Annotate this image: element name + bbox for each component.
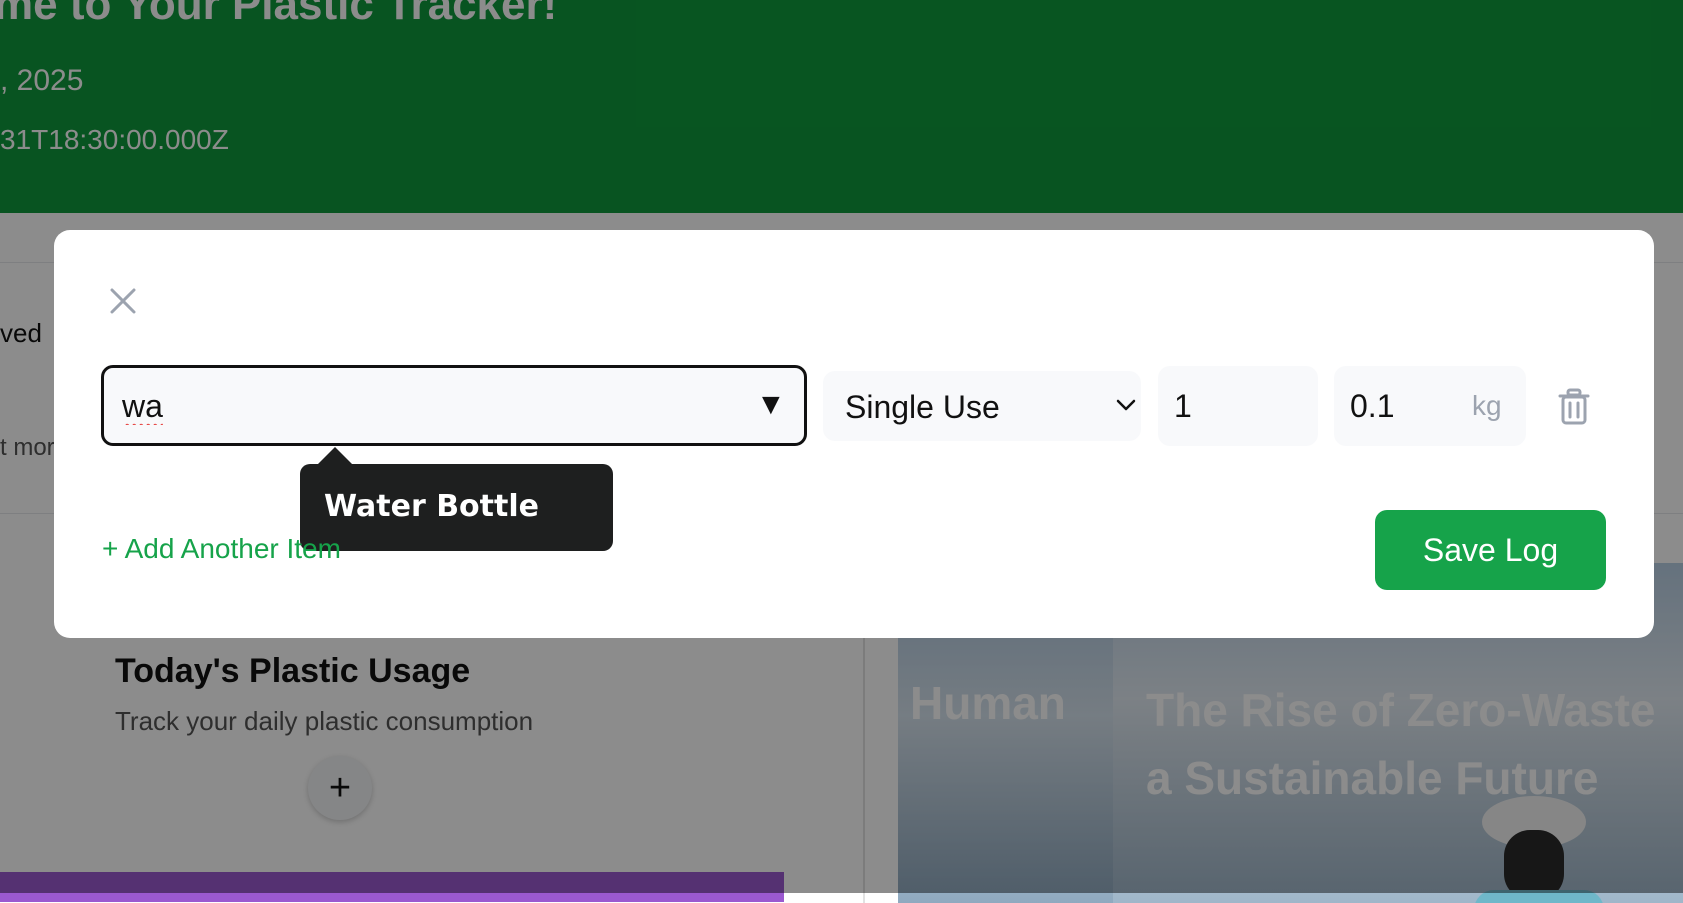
delete-item-button[interactable] (1556, 388, 1592, 426)
suggestion-item[interactable]: Water Bottle (300, 464, 613, 551)
type-selected-value: Single Use (845, 389, 1000, 425)
suggestion-pointer (317, 447, 353, 465)
weight-unit: kg (1472, 390, 1502, 421)
type-select[interactable]: Single Use (823, 371, 1141, 441)
chevron-down-icon (1116, 399, 1136, 411)
save-log-button[interactable]: Save Log (1375, 510, 1606, 590)
dropdown-arrow-icon[interactable]: ▼ (756, 388, 786, 422)
item-combobox[interactable]: ▼ (101, 365, 807, 446)
weight-value: 0.1 (1350, 388, 1395, 424)
trash-icon (1558, 388, 1590, 425)
close-button[interactable] (100, 278, 146, 324)
item-input[interactable] (120, 368, 724, 445)
add-another-item-link[interactable]: + Add Another Item (102, 533, 341, 565)
quantity-value: 1 (1174, 388, 1192, 424)
suggestion-label: Water Bottle (324, 489, 539, 524)
weight-field[interactable]: 0.1 kg (1334, 366, 1526, 446)
close-icon (110, 288, 136, 314)
quantity-field[interactable]: 1 (1158, 366, 1318, 446)
